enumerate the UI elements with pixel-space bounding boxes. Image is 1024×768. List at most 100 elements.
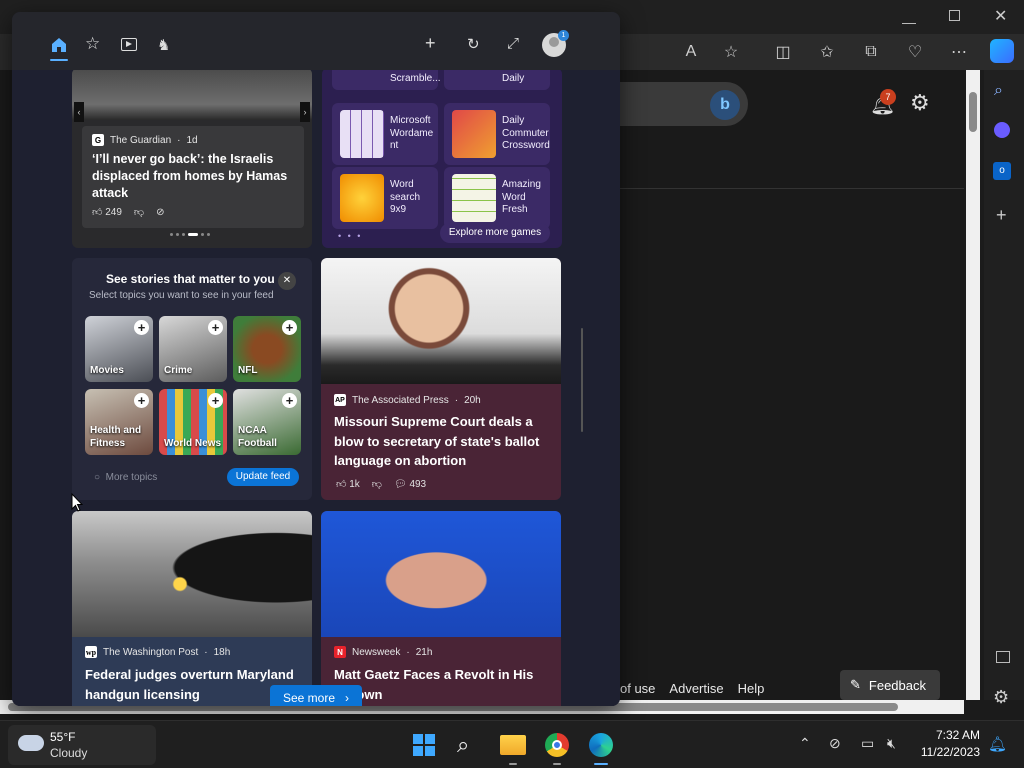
weather-widget[interactable]: 55°F Cloudy [8,725,156,765]
comment-icon[interactable]: 💬︎ 493 [394,479,426,490]
search-icon[interactable]: ⌕ [994,82,1003,100]
volume-icon[interactable]: 🔇︎ [887,735,896,752]
add-topic-icon[interactable]: + [282,320,297,335]
taskbar-active-indicator [594,763,608,765]
copilot-icon[interactable] [990,39,1014,63]
hide-icon[interactable]: ⊘ [156,207,164,218]
favorites-icon[interactable]: ✩ [816,41,838,63]
topic-crime[interactable]: + Crime [159,316,227,382]
outlook-icon[interactable]: o [993,162,1011,180]
clock-date[interactable]: 11/22/2023 [915,745,980,759]
update-feed-button[interactable]: Update feed [227,468,299,486]
dislike-icon[interactable]: 👎︎ [372,478,382,490]
more-topics-button[interactable]: ○ More topics [94,472,157,483]
story-headline-newsweek[interactable]: Matt Gaetz Faces a Revolt in His ...etow… [334,665,556,704]
featured-meta: G The Guardian · 1d [92,134,294,146]
feedback-button[interactable]: ✎ Feedback [840,670,940,700]
footer-link-terms[interactable]: of use [620,681,655,696]
like-icon[interactable]: 👍︎ 1k [336,478,360,490]
browser-essentials-icon[interactable]: ♡ [904,41,926,63]
scrollbar-thumb[interactable] [969,92,977,132]
topics-subtitle: Select topics you want to see in your fe… [89,290,274,301]
carousel-prev-icon[interactable]: ‹ [74,102,84,122]
game-word-search[interactable]: Word search 9x9 [332,167,438,229]
video-icon[interactable] [121,38,137,51]
clock-time[interactable]: 7:32 AM [920,728,980,742]
favorites-icon[interactable]: ☆ [85,34,100,54]
news-panel: ☆ ♞ + ↻ ⤢ 1 ‹ › G The Guardian · 1d ‘I’l… [12,12,620,706]
expand-icon[interactable]: ⤢ [507,35,519,52]
dislike-icon[interactable]: 👎︎ [134,206,144,218]
close-window-icon[interactable]: ✕ [994,6,1007,26]
topic-nfl[interactable]: + NFL [233,316,301,382]
story-headline-ap[interactable]: Missouri Supreme Court deals a blow to s… [334,412,552,471]
add-topic-icon[interactable]: + [208,393,223,408]
story-meta-wapo: wp The Washington Post · 18h [85,646,231,658]
add-topic-icon[interactable]: + [282,393,297,408]
notifications-badge: 7 [880,89,896,105]
footer-link-help[interactable]: Help [738,681,765,696]
file-explorer-icon[interactable] [500,735,526,755]
sidebar-toggle-icon[interactable] [996,651,1010,663]
notification-bell-icon[interactable]: 🔔︎ [988,735,1007,753]
taskbar-running-indicator [553,763,561,765]
restore-icon[interactable] [949,10,960,21]
see-more-button[interactable]: See more › [270,685,362,706]
weather-temp: 55°F [50,730,76,744]
game-amazing-word[interactable]: Amazing Word Fresh [444,167,550,229]
copilot-sidebar-icon[interactable] [994,122,1010,138]
refresh-icon[interactable]: ↻ [467,35,480,53]
featured-age: 1d [186,134,198,146]
games-icon[interactable]: ♞ [157,36,170,54]
like-icon[interactable]: 👍︎ 249 [92,206,122,218]
bing-icon[interactable]: b [710,90,740,120]
story-card-ap[interactable]: AP The Associated Press · 20h Missouri Su… [321,258,561,500]
featured-image [72,70,312,120]
search-icon[interactable]: ⌕ [457,732,469,758]
footer-link-advertise[interactable]: Advertise [669,681,723,696]
topic-health-fitness[interactable]: + Health and Fitness [85,389,153,455]
topic-world-news[interactable]: + World News [159,389,227,455]
add-icon[interactable]: + [996,205,1007,226]
minimize-icon[interactable] [902,10,916,24]
add-favorite-icon[interactable]: ☆ [720,41,742,63]
read-aloud-icon[interactable]: A [680,41,702,63]
topic-movies[interactable]: + Movies [85,316,153,382]
add-icon[interactable]: + [425,33,436,54]
edge-icon[interactable] [589,733,613,757]
featured-card[interactable]: ‹ › G The Guardian · 1d ‘I’ll never go b… [72,70,312,248]
split-screen-icon[interactable]: ◫ [772,41,794,63]
story-card-wapo[interactable]: wp The Washington Post · 18h Federal judg… [72,511,312,706]
start-icon[interactable] [413,734,435,756]
sidebar-settings-icon[interactable]: ⚙ [993,687,1009,708]
page-scrollbar[interactable] [966,70,980,700]
ap-logo-icon: AP [334,394,346,406]
feed-scrollbar[interactable] [581,328,583,432]
game-daily-commuter[interactable]: Daily Commuter Crossword [444,103,550,165]
topics-close-icon[interactable]: ✕ [278,272,296,290]
collections-icon[interactable]: ⧉ [860,41,882,63]
amazing-word-thumb [452,174,496,222]
story-card-newsweek[interactable]: N Newsweek · 21h Matt Gaetz Faces a Revol… [321,511,561,706]
story-image-newsweek [321,511,561,637]
add-topic-icon[interactable]: + [208,320,223,335]
profile-icon[interactable]: 1 [542,30,569,57]
display-icon[interactable]: ▭ [861,735,874,752]
chrome-icon[interactable] [545,733,569,757]
add-topic-icon[interactable]: + [134,393,149,408]
guardian-logo-icon: G [92,134,104,146]
story-meta-newsweek: N Newsweek · 21h [334,646,432,658]
home-icon[interactable] [50,36,68,54]
chevron-up-icon[interactable]: ⌃ [799,735,811,752]
explore-games-button[interactable]: Explore more games [440,223,550,243]
topic-ncaa-football[interactable]: + NCAA Football [233,389,301,455]
game-wordament[interactable]: Microsoft Wordame nt [332,103,438,165]
network-icon[interactable]: ⊘ [829,735,841,752]
featured-headline[interactable]: ‘I’ll never go back’: the Israelis displ… [92,151,294,202]
game-scramble-partial[interactable]: Scramble... [332,70,441,90]
game-daily-partial[interactable]: Daily [444,70,550,90]
more-icon[interactable]: ⋯ [948,41,970,63]
carousel-next-icon[interactable]: › [300,102,310,122]
settings-icon[interactable]: ⚙ [910,90,930,116]
add-topic-icon[interactable]: + [134,320,149,335]
